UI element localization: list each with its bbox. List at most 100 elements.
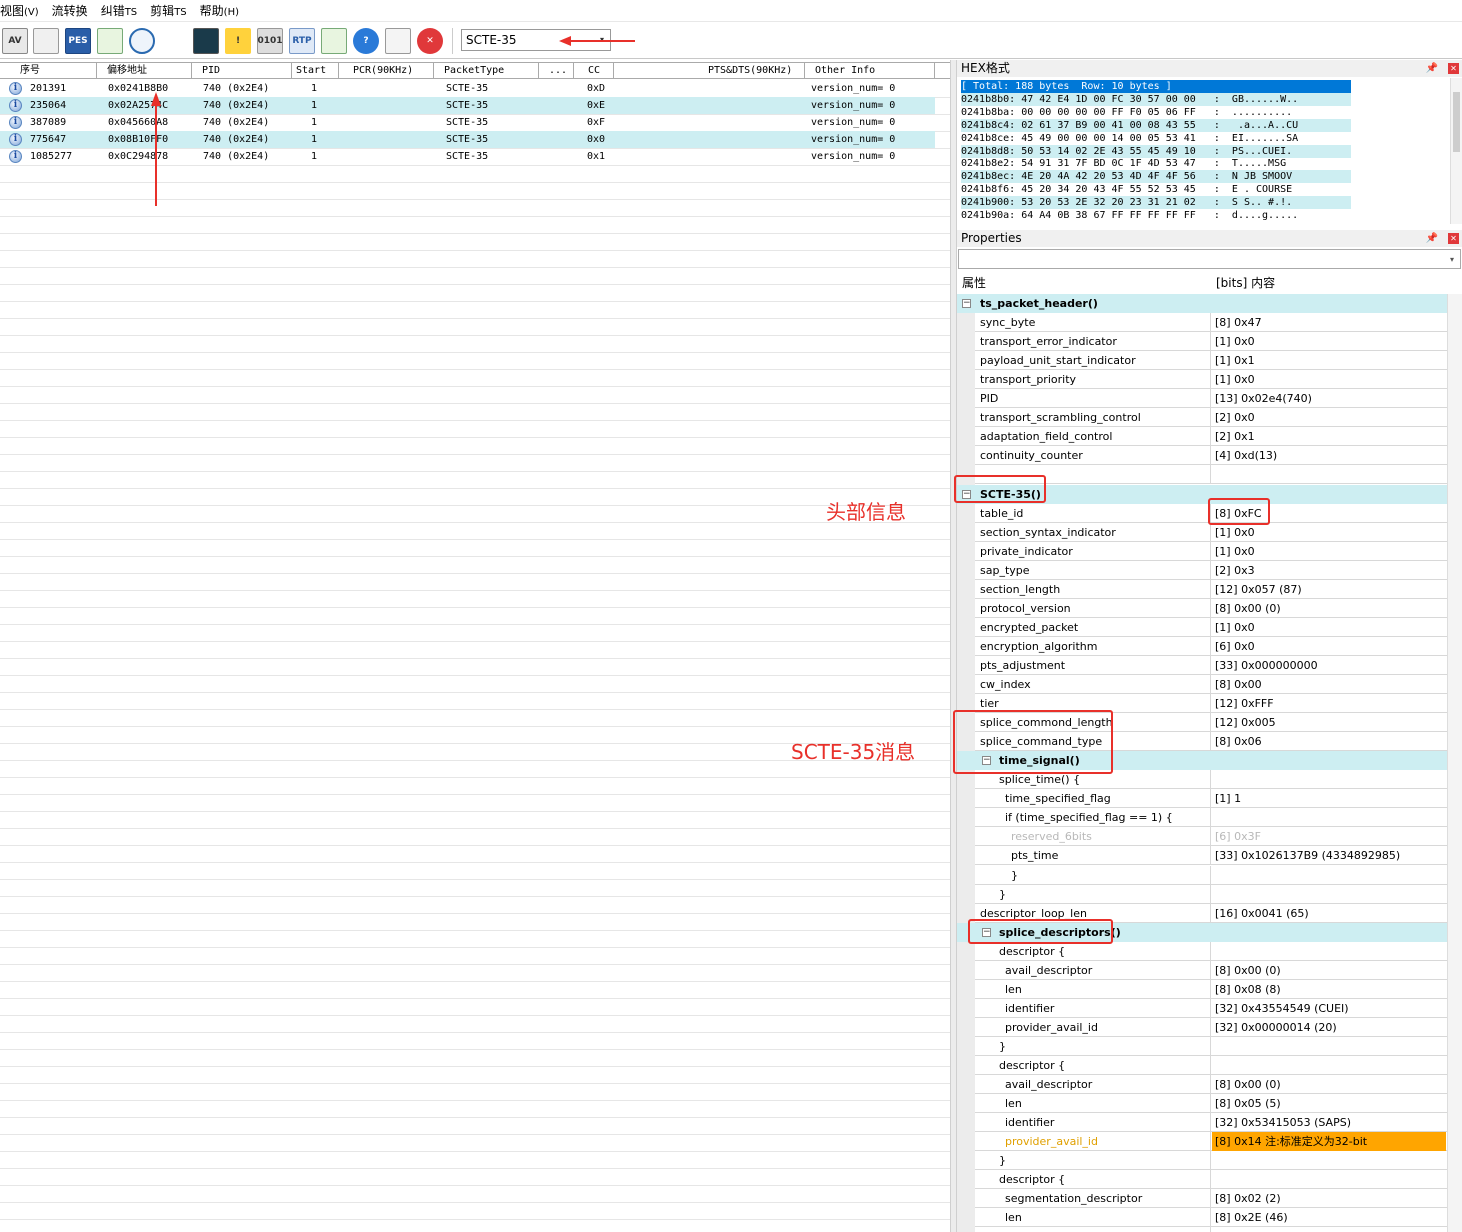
property-row[interactable]: descriptor { [957,941,1447,961]
chevron-down-icon[interactable]: ▾ [1446,253,1458,266]
column-header[interactable]: 序号 [0,63,97,79]
close-icon[interactable]: ✕ [417,28,443,54]
clock-icon[interactable] [129,28,155,54]
hex-dump-line[interactable]: 0241b8c4: 02 61 37 B9 00 41 00 08 43 55 … [961,118,1351,132]
property-row[interactable]: transport_priority [1] 0x0 [957,370,1447,390]
close-icon[interactable]: ✕ [1448,233,1459,244]
pin-icon[interactable]: 📌 [1426,60,1438,77]
column-header[interactable]: Other Info [805,63,935,79]
hex-dump-line[interactable]: 0241b8f6: 45 20 34 20 43 4F 55 52 53 45 … [961,183,1292,196]
line-chart-icon[interactable] [97,28,123,54]
property-row[interactable]: cw_index [8] 0x00 [957,675,1447,694]
packet-row[interactable]: i 775647 0x08B10FF0 740 (0x2E4) 1 SCTE-35 0x0 v… [0,131,935,148]
av-icon[interactable]: AV [2,28,28,54]
property-row[interactable]: } [957,1151,1447,1171]
column-header[interactable]: ... [539,63,574,79]
property-row[interactable]: private_indicator [1] 0x0 [957,541,1447,561]
property-row[interactable]: len [8] 0x2E (46) [957,1208,1447,1228]
report-icon[interactable] [385,28,411,54]
property-row[interactable]: table_id [8] 0xFC [957,503,1447,523]
property-row[interactable]: identifier [32] 0x43554549 (CUEI) [957,1227,1447,1232]
property-row[interactable]: } [957,865,1447,885]
property-row[interactable]: continuity_counter [4] 0xd(13) [957,446,1447,466]
column-header[interactable]: PTS&DTS(90KHz) [614,63,805,79]
property-row[interactable]: PID [13] 0x02e4(740) [957,389,1447,409]
property-row[interactable]: descriptor { [957,1056,1447,1075]
property-row[interactable]: pts_adjustment [33] 0x000000000 [957,655,1447,675]
pes-icon[interactable]: PES [65,28,91,54]
property-row[interactable]: if (time_specified_flag == 1) { [957,808,1447,828]
pin-icon[interactable]: 📌 [1426,230,1438,247]
hex-dump-line[interactable]: 0241b900: 53 20 53 2E 32 20 23 31 21 02 … [961,196,1351,210]
column-header[interactable]: CC [574,63,614,79]
hex-summary-line[interactable]: [ Total: 188 bytes Row: 10 bytes ] [961,80,1351,93]
menu-item[interactable]: 视图(V) [0,2,39,19]
property-row[interactable]: } [957,1036,1447,1056]
menu-item[interactable]: 流转换 [52,2,88,19]
property-row[interactable]: segmentation_descriptor [8] 0x02 (2) [957,1189,1447,1209]
property-row[interactable]: encrypted_packet [1] 0x0 [957,617,1447,637]
property-row[interactable]: reserved_6bits [6] 0x3F [957,827,1447,847]
property-row[interactable]: payload_unit_start_indicator [1] 0x1 [957,351,1447,371]
waveform-icon[interactable] [33,28,59,54]
hex-dump-line[interactable]: 0241b8ce: 45 49 00 00 00 14 00 05 53 41 … [961,132,1298,145]
property-row[interactable]: len [8] 0x08 (8) [957,979,1447,999]
property-row[interactable]: encryption_algorithm [6] 0x0 [957,636,1447,656]
property-row[interactable]: avail_descriptor [8] 0x00 (0) [957,1075,1447,1095]
property-row[interactable]: len [8] 0x05 (5) [957,1094,1447,1114]
property-row[interactable]: } [957,884,1447,904]
hex-dump-line[interactable]: 0241b90a: 64 A4 0B 38 67 FF FF FF FF FF … [961,209,1298,222]
property-row[interactable]: sap_type [2] 0x3 [957,560,1447,580]
property-row[interactable]: identifier [32] 0x43554549 (CUEI) [957,998,1447,1018]
pane-splitter[interactable] [950,60,957,1232]
property-row[interactable]: section_syntax_indicator [1] 0x0 [957,522,1447,542]
close-icon[interactable]: ✕ [1448,63,1459,74]
menu-item[interactable]: 帮助(H) [200,2,239,19]
hex-dump-line[interactable]: 0241b8ba: 00 00 00 00 00 FF F0 05 06 FF … [961,106,1292,119]
warning-icon[interactable]: ! [225,28,251,54]
packet-row[interactable]: i 387089 0x045660A8 740 (0x2E4) 1 SCTE-35 0xF v… [0,114,935,131]
hex-scrollbar[interactable] [1450,78,1462,224]
property-row[interactable]: provider_avail_id [32] 0x00000014 (20) [957,1017,1447,1037]
hex-dump-line[interactable]: 0241b8ec: 4E 20 4A 42 20 53 4D 4F 4F 56 … [961,170,1351,184]
hex-dump-line[interactable]: 0241b8b0: 47 42 E4 1D 00 FC 30 57 00 00 … [961,92,1351,106]
property-row[interactable]: identifier [32] 0x53415053 (SAPS) [957,1113,1447,1133]
property-row[interactable]: descriptor { [957,1170,1447,1190]
property-row[interactable]: transport_scrambling_control [2] 0x0 [957,408,1447,428]
property-row[interactable]: provider_avail_id [8] 0x14 注:标准定义为32-bit [957,1132,1447,1152]
hex-dump-line[interactable]: 0241b8e2: 54 91 31 7F BD 0C 1F 4D 53 47 … [961,157,1286,170]
menu-item[interactable]: 纠错TS [101,2,137,19]
column-header[interactable]: Start [292,63,339,79]
column-header[interactable]: 偏移地址 [97,63,192,79]
column-header[interactable]: PacketType [434,63,539,79]
help-icon[interactable]: ? [353,28,379,54]
binary-icon[interactable]: 0101 [257,28,283,54]
packet-row[interactable]: i 235064 0x02A2574C 740 (0x2E4) 1 SCTE-35 0xE v… [0,97,935,114]
property-name: } [1011,868,1018,882]
property-section[interactable]: − ts_packet_header() [957,294,1447,313]
property-row[interactable]: time_specified_flag [1] 1 [957,789,1447,809]
property-row[interactable]: avail_descriptor [8] 0x00 (0) [957,960,1447,980]
column-header[interactable]: PCR(90KHz) [339,63,434,79]
export-icon[interactable] [321,28,347,54]
packet-row[interactable]: i 201391 0x0241B8B0 740 (0x2E4) 1 SCTE-35 0xD v… [0,80,935,97]
rtp-icon[interactable]: RTP [289,28,315,54]
property-row[interactable]: protocol_version [8] 0x00 (0) [957,598,1447,618]
property-row[interactable]: transport_error_indicator [1] 0x0 [957,332,1447,352]
property-row[interactable]: section_length [12] 0x057 (87) [957,579,1447,599]
property-row[interactable]: adaptation_field_control [2] 0x1 [957,427,1447,447]
bar-chart-icon[interactable] [161,28,187,54]
hex-dump-line[interactable]: 0241b8d8: 50 53 14 02 2E 43 55 45 49 10 … [961,144,1351,158]
hex-scrollbar-thumb[interactable] [1453,92,1460,152]
properties-object-combo[interactable]: ▾ [958,249,1461,269]
packet-row[interactable]: i 1085277 0x0C294878 740 (0x2E4) 1 SCTE-35 0x1… [0,148,935,165]
property-row[interactable]: pts_time [33] 0x1026137B9 (4334892985) [957,846,1447,866]
collapse-icon[interactable]: − [962,299,971,308]
property-row[interactable]: sync_byte [8] 0x47 [957,313,1447,333]
menu-item-key: (V) [24,7,39,18]
column-divider [1210,465,1211,485]
properties-scrollbar[interactable] [1447,294,1462,1232]
menu-item[interactable]: 剪辑TS [150,2,186,19]
monitor-icon[interactable] [193,28,219,54]
column-header[interactable]: PID [192,63,292,79]
